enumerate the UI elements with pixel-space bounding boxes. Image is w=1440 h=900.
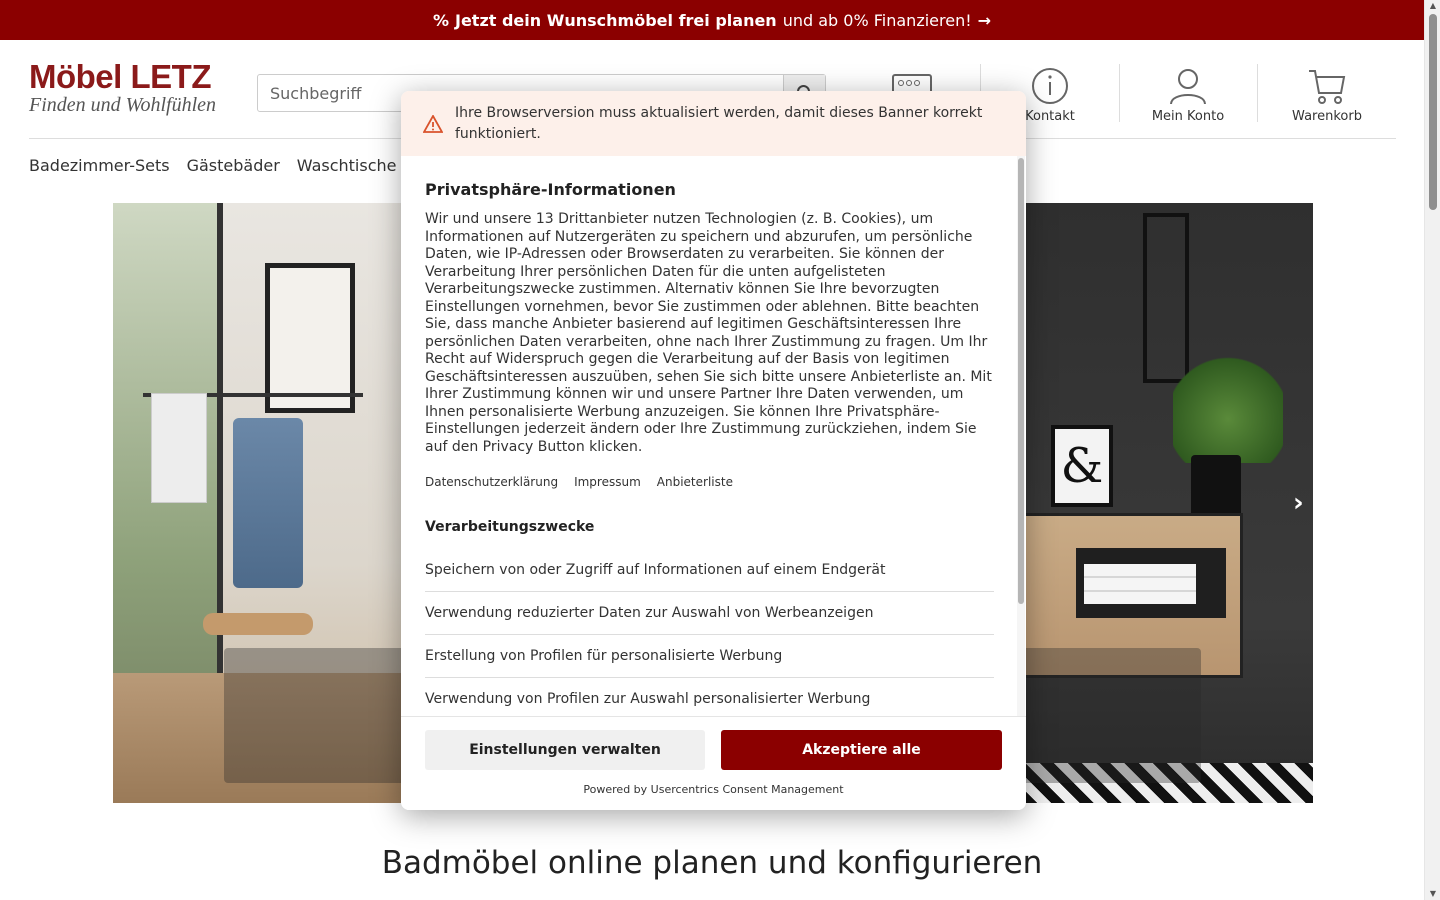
imprint-link[interactable]: Impressum (574, 475, 641, 489)
consent-footer: Einstellungen verwalten Akzeptiere alle … (401, 716, 1026, 810)
scroll-down-icon[interactable]: ▼ (1429, 890, 1437, 898)
vendor-list-link[interactable]: Anbieterliste (657, 475, 733, 489)
info-icon (1032, 68, 1068, 104)
contact-label: Kontakt (1025, 109, 1075, 124)
cart-label: Warenkorb (1292, 109, 1362, 124)
nav-item-waschtische[interactable]: Waschtische (297, 156, 397, 175)
purposes-list: Speichern von oder Zugriff auf Informati… (425, 549, 994, 716)
promo-bold-text: Jetzt dein Wunschmöbel frei planen (454, 10, 777, 30)
warning-icon (423, 114, 443, 133)
account-label: Mein Konto (1151, 109, 1225, 124)
purpose-item[interactable]: Verwendung reduzierter Daten zur Auswahl… (425, 592, 994, 635)
purpose-item[interactable]: Verwendung von Profilen zur Auswahl pers… (425, 678, 994, 716)
logo-slogan: Finden und Wohlfühlen (29, 94, 217, 116)
logo[interactable]: Möbel LETZ Finden und Wohlfühlen (29, 58, 229, 128)
cart-icon (1309, 70, 1346, 104)
header-divider (1257, 64, 1258, 122)
page-title: Badmöbel online planen und konfigurieren (381, 845, 1043, 881)
scroll-up-icon[interactable]: ▲ (1429, 2, 1437, 10)
purposes-title: Verarbeitungszwecke (425, 519, 595, 535)
promo-banner[interactable]: % Jetzt dein Wunschmöbel frei planen und… (0, 0, 1424, 40)
account-button[interactable]: Mein Konto (1143, 64, 1233, 124)
browser-warning: Ihre Browserversion muss aktualisiert we… (401, 91, 1026, 156)
cart-button[interactable]: Warenkorb (1287, 64, 1367, 124)
consent-links: Datenschutzerklärung Impressum Anbieterl… (425, 475, 994, 489)
header-divider (1119, 64, 1120, 122)
consent-scrollbar[interactable] (1017, 156, 1025, 716)
main-nav: Badezimmer-Sets Gästebäder Waschtische (29, 156, 397, 175)
nav-item-gaestebaeder[interactable]: Gästebäder (187, 156, 280, 175)
consent-scrollbar-thumb[interactable] (1018, 158, 1024, 604)
consent-dialog: Ihre Browserversion muss aktualisiert we… (401, 91, 1026, 810)
percent-icon: % (432, 10, 449, 30)
consent-body[interactable]: Privatsphäre-Informationen Wir und unser… (401, 156, 1026, 716)
accept-all-button[interactable]: Akzeptiere alle (721, 730, 1002, 770)
nav-item-badezimmer-sets[interactable]: Badezimmer-Sets (29, 156, 170, 175)
manage-settings-button[interactable]: Einstellungen verwalten (425, 730, 705, 770)
powered-by-text: Powered by Usercentrics Consent Manageme… (583, 783, 844, 796)
consent-description: Wir und unsere 13 Drittanbieter nutzen T… (425, 211, 992, 455)
arrow-right-icon: → (977, 10, 992, 30)
promo-text: und ab 0% Finanzieren! (782, 10, 972, 30)
purpose-item[interactable]: Speichern von oder Zugriff auf Informati… (425, 549, 994, 592)
purpose-item[interactable]: Erstellung von Profilen für personalisie… (425, 635, 994, 678)
browser-warning-text: Ihre Browserversion muss aktualisiert we… (455, 104, 983, 142)
chevron-right-icon[interactable]: › (1293, 488, 1313, 518)
consent-title: Privatsphäre-Informationen (425, 180, 676, 199)
logo-brand: Möbel LETZ (29, 58, 211, 95)
user-icon (1170, 69, 1206, 105)
privacy-policy-link[interactable]: Datenschutzerklärung (425, 475, 558, 489)
page-scrollbar[interactable]: ▲ ▼ (1424, 0, 1440, 900)
scrollbar-thumb[interactable] (1429, 14, 1437, 210)
